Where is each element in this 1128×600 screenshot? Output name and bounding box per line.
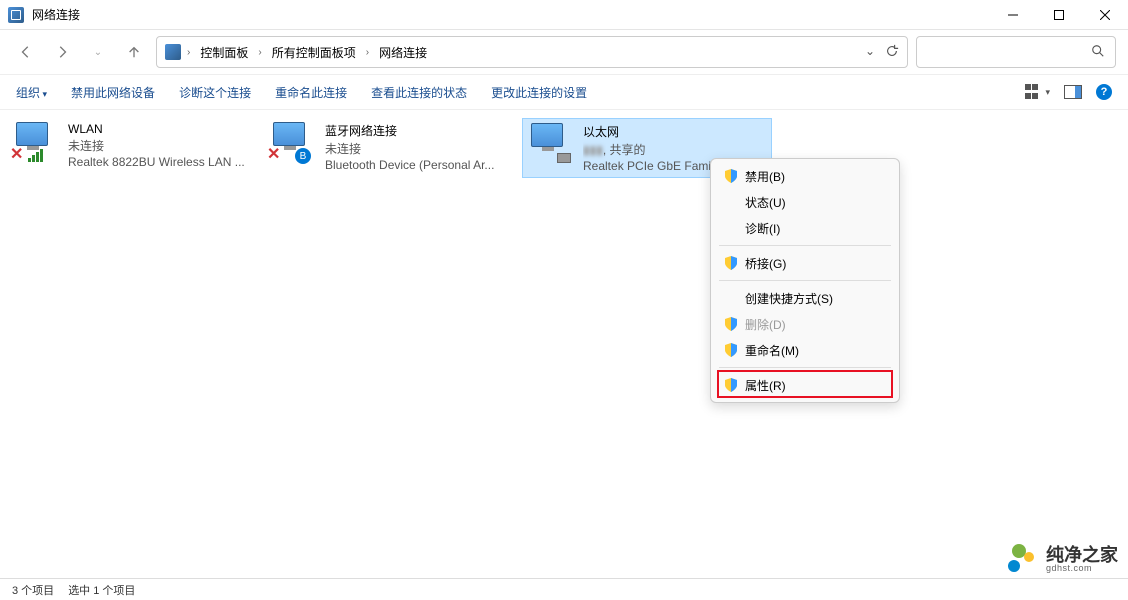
- help-icon[interactable]: ?: [1096, 84, 1112, 100]
- diagnose-button[interactable]: 诊断这个连接: [179, 84, 251, 101]
- recent-button[interactable]: ⌄: [84, 38, 112, 66]
- ctx-label: 重命名(M): [745, 342, 799, 359]
- ctx-label: 桥接(G): [745, 255, 786, 272]
- separator: [719, 280, 891, 281]
- watermark-text-zh: 纯净之家: [1046, 546, 1118, 564]
- chevron-right-icon: ›: [187, 47, 190, 58]
- ctx-label: 删除(D): [745, 316, 786, 333]
- rename-button[interactable]: 重命名此连接: [275, 84, 347, 101]
- watermark: 纯净之家 gdhst.com: [1006, 544, 1118, 574]
- window-title: 网络连接: [32, 6, 80, 23]
- shield-icon: [725, 317, 737, 331]
- connection-device: Realtek 8822BU Wireless LAN ...: [68, 155, 245, 169]
- bluetooth-icon: ✕ B: [269, 122, 317, 162]
- ethernet-icon: [527, 123, 575, 163]
- item-count: 3 个项目: [12, 582, 54, 598]
- change-settings-button[interactable]: 更改此连接的设置: [491, 84, 587, 101]
- chevron-right-icon: ›: [366, 47, 369, 58]
- preview-pane-button[interactable]: [1064, 85, 1082, 99]
- title-bar: 网络连接: [0, 0, 1128, 30]
- ctx-bridge[interactable]: 桥接(G): [711, 250, 899, 276]
- shield-icon: [725, 378, 737, 392]
- connection-name: 以太网: [583, 123, 724, 140]
- view-mode-button[interactable]: ▾: [1025, 84, 1050, 100]
- ctx-label: 属性(R): [745, 377, 786, 394]
- shield-icon: [725, 169, 737, 183]
- shield-icon: [725, 343, 737, 357]
- back-button[interactable]: [12, 38, 40, 66]
- app-icon: [8, 7, 24, 23]
- dropdown-icon[interactable]: ⌄: [865, 44, 875, 61]
- connection-wlan[interactable]: ✕ WLAN 未连接 Realtek 8822BU Wireless LAN .…: [8, 118, 258, 173]
- context-menu: 禁用(B) 状态(U) 诊断(I) 桥接(G) 创建快捷方式(S) 删除(D) …: [710, 158, 900, 403]
- connection-status: 未连接: [68, 137, 245, 154]
- connection-device: Bluetooth Device (Personal Ar...: [325, 158, 494, 172]
- minimize-button[interactable]: [990, 0, 1036, 30]
- ctx-diagnose[interactable]: 诊断(I): [711, 215, 899, 241]
- chevron-right-icon: ›: [258, 47, 261, 58]
- wlan-icon: ✕: [12, 122, 60, 162]
- search-input[interactable]: [916, 36, 1116, 68]
- separator: [719, 245, 891, 246]
- connection-status: ▮▮▮, 共享的: [583, 141, 724, 158]
- connection-bluetooth[interactable]: ✕ B 蓝牙网络连接 未连接 Bluetooth Device (Persona…: [265, 118, 515, 176]
- watermark-logo: [1006, 544, 1040, 574]
- shield-icon: [725, 256, 737, 270]
- address-bar[interactable]: › 控制面板 › 所有控制面板项 › 网络连接 ⌄: [156, 36, 908, 68]
- connection-name: WLAN: [68, 122, 245, 136]
- command-bar: 组织 禁用此网络设备 诊断这个连接 重命名此连接 查看此连接的状态 更改此连接的…: [0, 74, 1128, 110]
- ctx-label: 禁用(B): [745, 168, 785, 185]
- ctx-status[interactable]: 状态(U): [711, 189, 899, 215]
- nav-bar: ⌄ › 控制面板 › 所有控制面板项 › 网络连接 ⌄: [0, 30, 1128, 74]
- breadcrumb-mid[interactable]: 所有控制面板项: [268, 42, 360, 63]
- ctx-label: 诊断(I): [745, 220, 780, 237]
- refresh-icon[interactable]: [885, 44, 899, 61]
- ctx-delete: 删除(D): [711, 311, 899, 337]
- ctx-disable[interactable]: 禁用(B): [711, 163, 899, 189]
- content-area: ✕ WLAN 未连接 Realtek 8822BU Wireless LAN .…: [0, 110, 1128, 578]
- search-icon: [1091, 44, 1105, 61]
- forward-button[interactable]: [48, 38, 76, 66]
- ctx-label: 状态(U): [745, 194, 786, 211]
- ctx-properties[interactable]: 属性(R): [711, 372, 899, 398]
- connection-status: 未连接: [325, 140, 494, 157]
- ctx-rename[interactable]: 重命名(M): [711, 337, 899, 363]
- ctx-label: 创建快捷方式(S): [745, 290, 833, 307]
- disable-device-button[interactable]: 禁用此网络设备: [71, 84, 155, 101]
- connection-device: Realtek PCIe GbE Famil...: [583, 159, 724, 173]
- ctx-shortcut[interactable]: 创建快捷方式(S): [711, 285, 899, 311]
- folder-icon: [165, 44, 181, 60]
- view-status-button[interactable]: 查看此连接的状态: [371, 84, 467, 101]
- status-bar: 3 个项目 选中 1 个项目: [0, 578, 1128, 600]
- watermark-text-en: gdhst.com: [1046, 564, 1118, 573]
- selected-count: 选中 1 个项目: [68, 582, 135, 598]
- close-button[interactable]: [1082, 0, 1128, 30]
- maximize-button[interactable]: [1036, 0, 1082, 30]
- breadcrumb-root[interactable]: 控制面板: [196, 42, 252, 63]
- connection-name: 蓝牙网络连接: [325, 122, 494, 139]
- separator: [719, 367, 891, 368]
- organize-menu[interactable]: 组织: [16, 84, 47, 101]
- breadcrumb-leaf[interactable]: 网络连接: [375, 42, 431, 63]
- up-button[interactable]: [120, 38, 148, 66]
